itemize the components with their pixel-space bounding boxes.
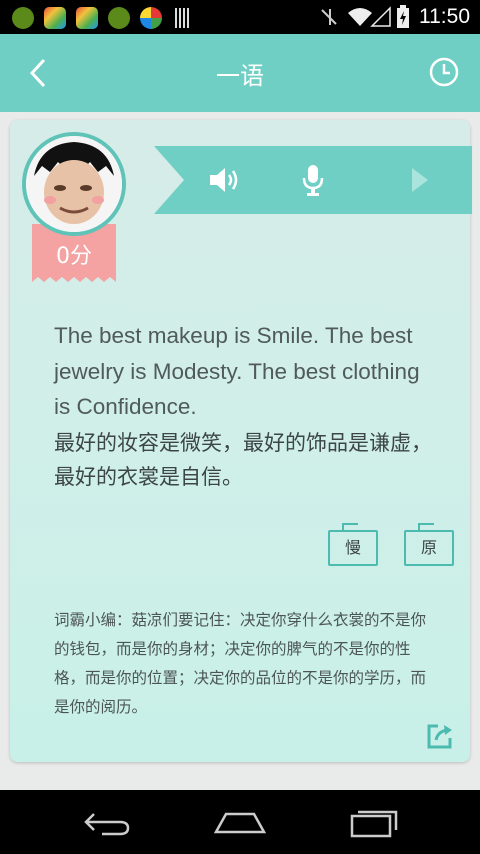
play-icon[interactable] <box>410 166 430 194</box>
repeat-tab-icon <box>418 523 434 532</box>
app-icon-5 <box>140 7 162 29</box>
cartoon-face-icon <box>26 136 122 232</box>
editor-note: 词霸小编：菇凉们要记住：决定你穿什么衣裳的不是你的钱包，而是你的身材；决定你的脾… <box>54 611 427 716</box>
recents-nav-icon[interactable] <box>350 808 398 838</box>
barcode-icon <box>175 8 189 28</box>
status-time: 11:50 <box>419 5 470 28</box>
english-sentence: The best makeup is Smile. The best jewel… <box>54 323 420 419</box>
status-bar: 11:50 <box>0 0 480 34</box>
app-icon-1 <box>12 7 34 29</box>
original-play-label: 原 <box>420 538 437 557</box>
microphone-icon[interactable] <box>302 164 324 196</box>
clock-icon[interactable] <box>428 56 460 88</box>
app-icon-4 <box>108 7 130 29</box>
repeat-tab-icon <box>342 523 358 532</box>
original-play-button[interactable]: 原 <box>404 523 454 566</box>
app-bar: 一语 <box>0 34 480 112</box>
avatar[interactable] <box>22 132 126 236</box>
slow-play-button[interactable]: 慢 <box>328 523 378 566</box>
chinese-translation: 最好的妆容是微笑，最好的饰品是谦虚，最好的衣裳是自信。 <box>54 431 432 489</box>
app-icon-2 <box>44 7 66 29</box>
speaker-icon[interactable] <box>208 166 240 194</box>
app-icon-3 <box>76 7 98 29</box>
slow-play-label: 慢 <box>344 538 361 557</box>
score-label: 0分 <box>56 244 92 269</box>
mute-icon <box>321 9 337 25</box>
navigation-bar <box>0 790 480 854</box>
home-nav-icon[interactable] <box>214 810 266 836</box>
back-nav-icon[interactable] <box>82 810 132 836</box>
signal-icon <box>370 6 391 27</box>
battery-icon <box>397 5 409 28</box>
page-title: 一语 <box>216 62 264 90</box>
share-icon[interactable] <box>426 722 454 750</box>
